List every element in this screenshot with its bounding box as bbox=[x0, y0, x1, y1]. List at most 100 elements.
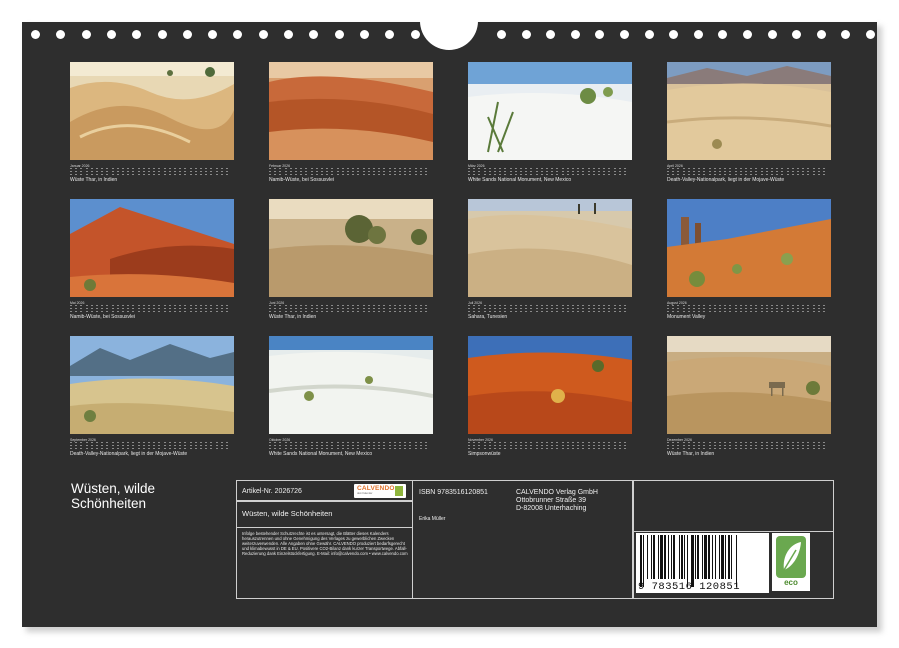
day-tick bbox=[352, 442, 355, 443]
day-tick bbox=[414, 168, 417, 169]
day-tick bbox=[473, 305, 476, 306]
day-tick bbox=[791, 308, 794, 309]
day-tick bbox=[473, 308, 476, 309]
day-tick bbox=[106, 448, 109, 449]
day-tick bbox=[530, 308, 533, 309]
day-tick bbox=[137, 448, 140, 449]
author: Erika Müller bbox=[419, 516, 446, 522]
day-tick bbox=[210, 174, 213, 175]
day-tick bbox=[80, 305, 83, 306]
day-tick bbox=[776, 305, 779, 306]
day-tick bbox=[184, 445, 187, 446]
day-tick bbox=[174, 442, 176, 443]
day-tick bbox=[116, 308, 119, 309]
day-tick bbox=[142, 308, 145, 309]
day-tick bbox=[672, 305, 675, 306]
day-tick bbox=[148, 308, 150, 309]
day-tick bbox=[393, 305, 396, 306]
day-tick bbox=[483, 445, 486, 446]
day-tick bbox=[797, 305, 799, 306]
day-tick bbox=[771, 448, 773, 449]
day-tick bbox=[587, 308, 590, 309]
day-tick bbox=[295, 174, 297, 175]
day-tick bbox=[823, 308, 825, 309]
day-tick bbox=[760, 308, 763, 309]
day-tick bbox=[719, 174, 721, 175]
day-tick bbox=[713, 442, 716, 443]
day-tick bbox=[284, 171, 287, 172]
day-tick bbox=[561, 305, 564, 306]
day-tick bbox=[750, 442, 753, 443]
day-tick bbox=[677, 168, 680, 169]
day-tick bbox=[546, 308, 548, 309]
day-tick bbox=[352, 445, 355, 446]
binding-hole bbox=[570, 30, 580, 39]
day-tick bbox=[310, 308, 313, 309]
day-strip bbox=[70, 442, 234, 451]
day-tick bbox=[75, 448, 78, 449]
day-tick bbox=[561, 171, 564, 172]
day-tick bbox=[373, 311, 375, 312]
day-tick bbox=[535, 442, 538, 443]
day-tick bbox=[132, 171, 135, 172]
day-tick bbox=[786, 311, 789, 312]
day-tick bbox=[383, 448, 386, 449]
day-tick bbox=[708, 174, 711, 175]
day-tick bbox=[274, 311, 277, 312]
day-tick bbox=[179, 445, 182, 446]
day-tick bbox=[760, 171, 763, 172]
day-tick bbox=[776, 311, 779, 312]
binding-hole bbox=[31, 30, 40, 39]
day-tick bbox=[823, 445, 825, 446]
day-tick bbox=[478, 442, 481, 443]
day-tick bbox=[111, 311, 114, 312]
day-tick bbox=[687, 174, 690, 175]
day-tick bbox=[478, 445, 481, 446]
binding-hole bbox=[767, 30, 777, 39]
day-tick bbox=[703, 171, 706, 172]
day-tick bbox=[289, 305, 292, 306]
day-tick bbox=[494, 171, 496, 172]
day-tick bbox=[300, 448, 303, 449]
day-tick bbox=[693, 445, 695, 446]
day-tick bbox=[483, 308, 486, 309]
day-tick bbox=[797, 442, 799, 443]
day-tick bbox=[305, 442, 308, 443]
day-tick bbox=[667, 445, 669, 446]
day-tick bbox=[823, 311, 825, 312]
day-tick bbox=[677, 448, 680, 449]
day-tick bbox=[483, 171, 486, 172]
day-tick bbox=[755, 311, 758, 312]
day-tick bbox=[163, 442, 166, 443]
day-tick bbox=[106, 168, 109, 169]
day-tick bbox=[750, 174, 753, 175]
day-tick bbox=[111, 174, 114, 175]
day-tick bbox=[771, 305, 773, 306]
day-tick bbox=[745, 305, 747, 306]
day-tick bbox=[608, 445, 611, 446]
day-tick bbox=[326, 442, 329, 443]
day-tick bbox=[220, 174, 223, 175]
day-strip bbox=[667, 442, 831, 451]
day-tick bbox=[499, 174, 502, 175]
day-tick bbox=[404, 445, 407, 446]
day-tick bbox=[520, 168, 522, 169]
day-tick bbox=[357, 174, 360, 175]
day-tick bbox=[755, 442, 758, 443]
day-tick bbox=[745, 445, 747, 446]
day-tick bbox=[672, 445, 675, 446]
day-tick bbox=[703, 305, 706, 306]
day-tick bbox=[127, 445, 130, 446]
barcode-bar bbox=[701, 535, 703, 579]
day-tick bbox=[667, 168, 669, 169]
day-tick bbox=[215, 305, 218, 306]
day-tick bbox=[577, 448, 580, 449]
day-tick bbox=[75, 168, 78, 169]
day-tick bbox=[419, 442, 422, 443]
day-tick bbox=[404, 168, 407, 169]
day-tick bbox=[592, 448, 595, 449]
binding-hole bbox=[521, 30, 531, 39]
day-tick bbox=[85, 308, 88, 309]
day-tick bbox=[362, 171, 365, 172]
day-tick bbox=[414, 445, 417, 446]
